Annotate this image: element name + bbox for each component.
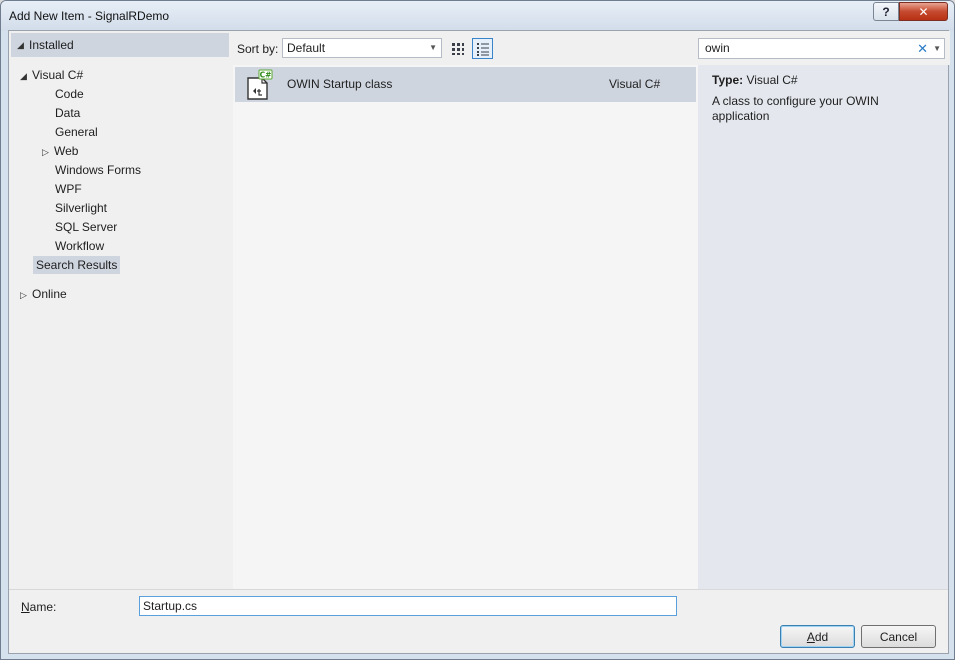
toolbar: Sort by: Default ▼ owin ✕ ▼ (231, 31, 950, 65)
type-line: Type: Visual C# (712, 73, 934, 87)
help-icon: ? (882, 4, 890, 19)
add-label-text: dd (814, 629, 829, 644)
grid-view-icon (451, 42, 464, 55)
help-button[interactable]: ? (873, 2, 899, 21)
template-name: OWIN Startup class (287, 77, 393, 91)
add-button[interactable]: Add (780, 625, 855, 648)
tree-item-general[interactable]: General (52, 123, 101, 141)
mnemonic-letter: A (806, 629, 815, 644)
close-button[interactable]: ✕ (899, 2, 948, 21)
window-title: Add New Item - SignalRDemo (9, 9, 170, 23)
template-row[interactable]: C# OWIN Startup class Visual C# (235, 67, 696, 102)
tree-item-data[interactable]: Data (52, 104, 83, 122)
grid-view-button[interactable] (447, 38, 468, 59)
template-language: Visual C# (609, 77, 661, 91)
category-tree: ◢ Installed ◢ Visual C# Code Data General… (9, 31, 231, 589)
csharp-class-icon: C# (247, 69, 273, 100)
type-value: Visual C# (746, 73, 798, 87)
dialog-client: ◢ Installed ◢ Visual C# Code Data General… (8, 30, 950, 654)
chevron-down-icon: ▼ (429, 43, 437, 52)
sort-by-value: Default (287, 41, 326, 55)
triangle-down-icon[interactable]: ◢ (20, 67, 32, 85)
add-new-item-dialog: Add New Item - SignalRDemo ? ✕ ◢ Install… (0, 0, 955, 660)
tree-item-workflow[interactable]: Workflow (52, 237, 107, 255)
name-value: Startup.cs (143, 599, 198, 613)
type-label: Type: (712, 73, 744, 87)
template-description: A class to configure your OWIN applicati… (712, 94, 879, 123)
template-details: Type: Visual C# A class to configure you… (698, 65, 948, 589)
tree-item-search-results[interactable]: Search Results (33, 256, 121, 274)
name-field[interactable]: Startup.cs (139, 596, 677, 616)
list-view-button[interactable] (472, 38, 493, 59)
template-list: C# OWIN Startup class Visual C# (233, 65, 698, 589)
tree-item-sql-server[interactable]: SQL Server (52, 218, 120, 236)
tree-item-silverlight[interactable]: Silverlight (52, 199, 110, 217)
tree-item-windows-forms[interactable]: Windows Forms (52, 161, 144, 179)
tree-item-online[interactable]: ▷ Online (17, 285, 70, 303)
divider (9, 589, 948, 590)
triangle-right-icon[interactable]: ▷ (20, 286, 32, 304)
tree-item-visual-csharp[interactable]: ◢ Visual C# (17, 66, 86, 84)
triangle-right-icon[interactable]: ▷ (42, 143, 54, 161)
tree-item-label: Installed (29, 38, 74, 52)
chevron-down-icon[interactable]: ▼ (933, 39, 941, 58)
list-view-icon (476, 42, 489, 56)
tree-item-label: Online (32, 287, 67, 301)
clear-icon[interactable]: ✕ (917, 39, 928, 58)
cancel-button[interactable]: Cancel (861, 625, 936, 648)
tree-item-code[interactable]: Code (52, 85, 87, 103)
triangle-down-icon[interactable]: ◢ (17, 40, 29, 51)
tree-item-label: Visual C# (32, 68, 84, 82)
sort-by-label: Sort by: (237, 42, 279, 56)
tree-item-web[interactable]: ▷ Web (39, 142, 81, 160)
tree-item-label: Web (54, 144, 79, 158)
close-icon: ✕ (918, 4, 929, 19)
name-label-text: ame: (29, 600, 57, 614)
title-bar[interactable]: Add New Item - SignalRDemo ? ✕ (1, 1, 954, 31)
tree-item-wpf[interactable]: WPF (52, 180, 85, 198)
search-input[interactable]: owin ✕ ▼ (698, 38, 945, 59)
search-value: owin (705, 41, 730, 55)
svg-text:C#: C# (260, 71, 272, 80)
sort-by-select[interactable]: Default ▼ (282, 38, 442, 58)
name-label: Name: (21, 600, 56, 614)
tree-item-installed[interactable]: ◢ Installed (11, 33, 229, 57)
mnemonic-letter: N (21, 600, 30, 614)
